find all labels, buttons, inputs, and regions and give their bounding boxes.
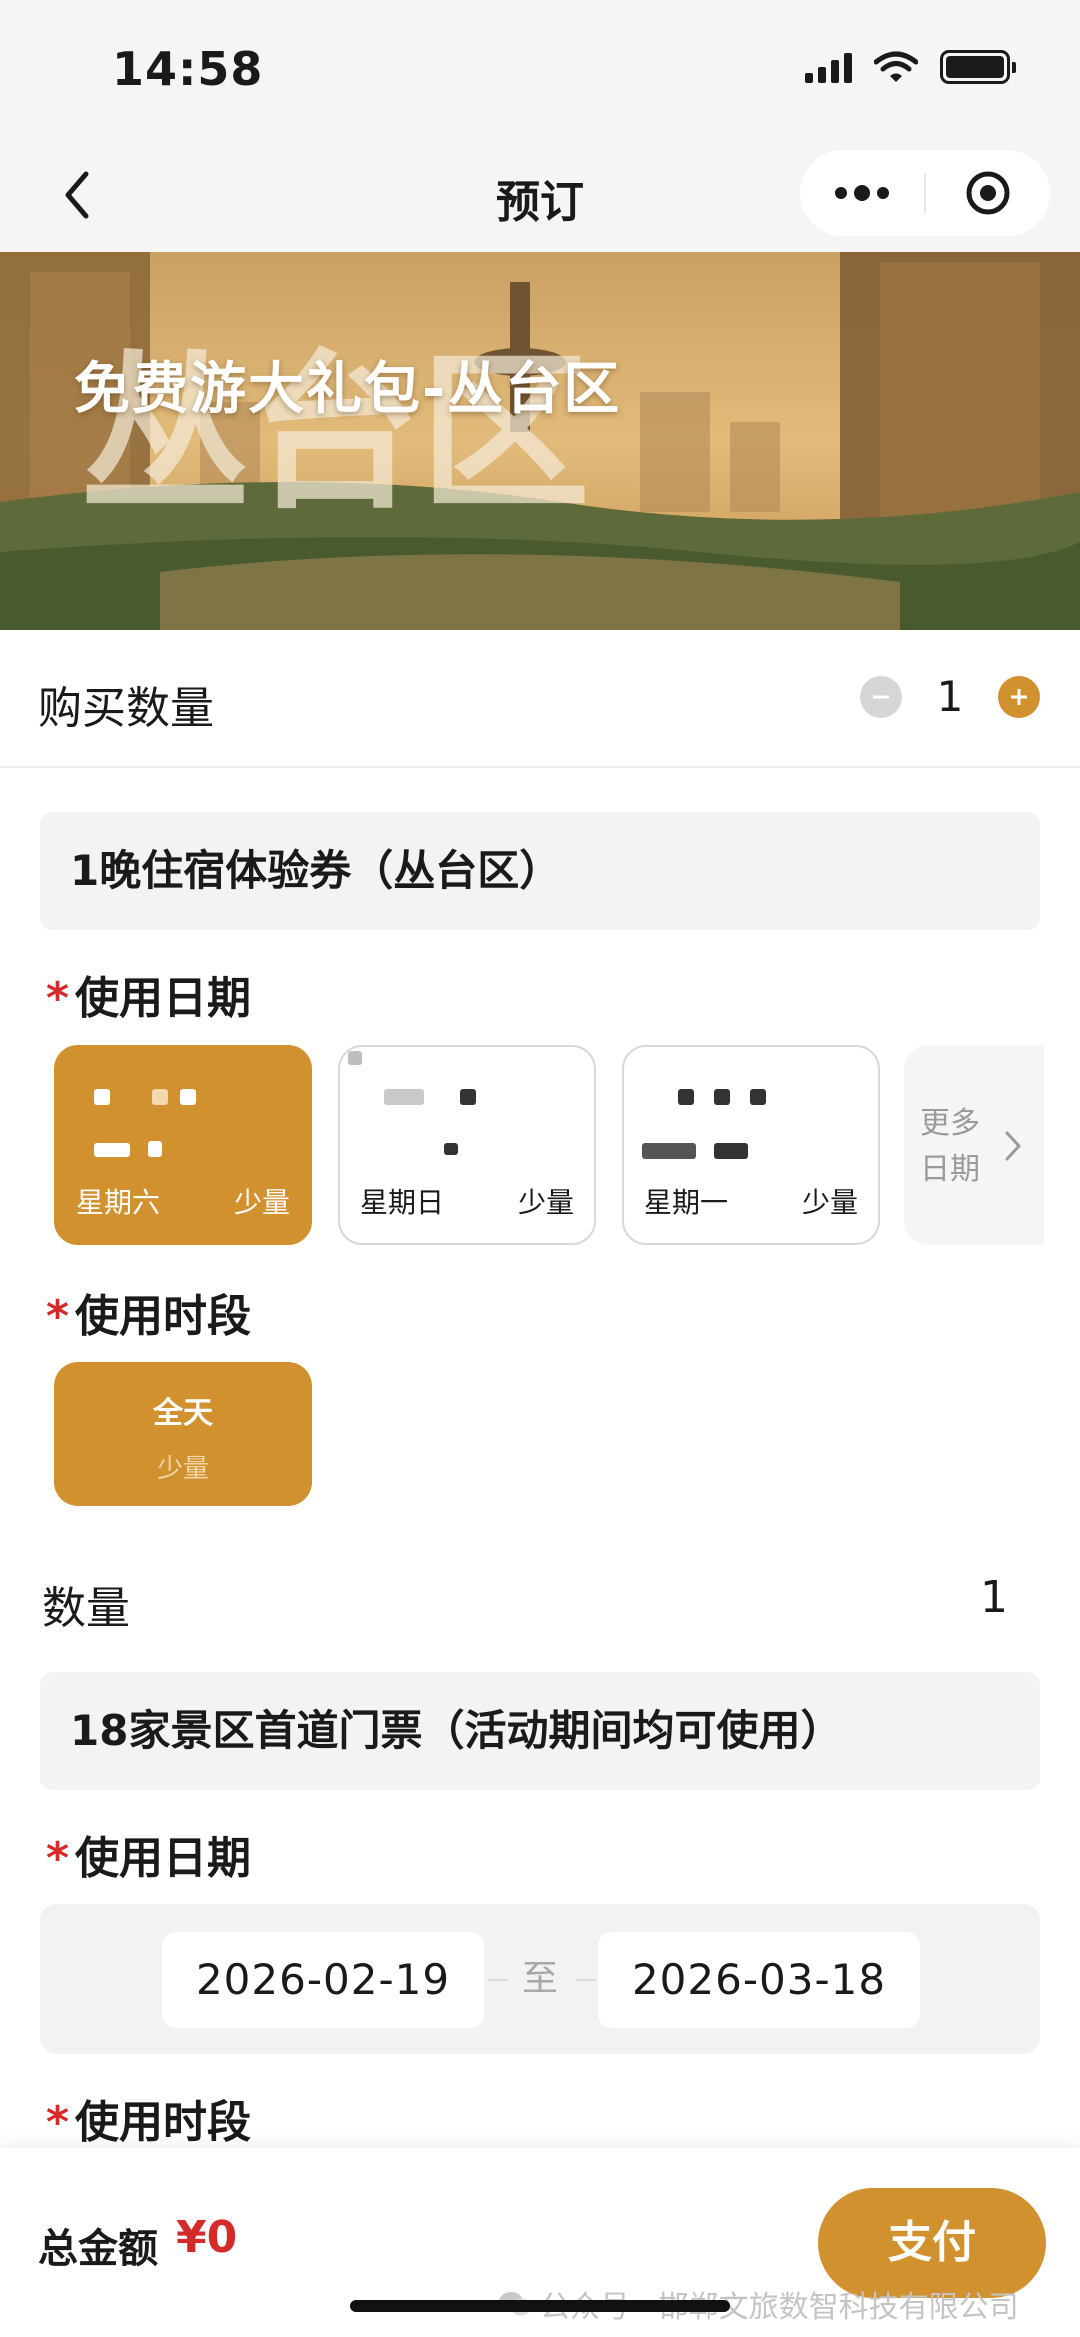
weekday-label: 星期日	[360, 1186, 445, 1219]
nav-bar: 预订	[0, 140, 1080, 252]
minus-icon	[873, 695, 889, 698]
item-header-lodging: 1晚住宿体验券（丛台区）	[40, 812, 1040, 930]
item-quantity-row: 数量 1	[42, 1572, 1008, 1634]
increase-quantity-button[interactable]	[998, 675, 1040, 718]
ticket-usage-period-text: 使用时段	[75, 2097, 252, 2148]
banner-image: 丛台区 免费游大礼包-丛台区	[0, 252, 1080, 630]
weekday-label: 星期六	[76, 1186, 161, 1219]
stock-label: 少量	[801, 1186, 858, 1219]
more-dates-button[interactable]: 更多日期	[904, 1045, 1044, 1245]
end-date-field[interactable]: 2026-03-18	[598, 1932, 920, 2028]
chevron-right-icon	[1005, 1131, 1021, 1161]
date-options: 星期六 少量 星期日 少量 星期一 少量	[54, 1045, 880, 1245]
quantity-stepper: 1	[860, 672, 1040, 721]
plus-icon	[1011, 688, 1027, 705]
home-indicator[interactable]	[350, 2300, 730, 2312]
battery-icon	[940, 50, 1016, 84]
item-quantity-label: 数量	[42, 1583, 130, 1634]
date-card-sunday[interactable]: 星期日 少量	[338, 1045, 596, 1245]
total-amount-value: ¥0	[176, 2212, 238, 2263]
quantity-value: 1	[936, 672, 964, 721]
more-options-button[interactable]	[800, 150, 924, 236]
range-separator: 至	[522, 1958, 559, 1999]
ticket-usage-date-label: * 使用日期	[46, 1822, 251, 1886]
date-card-saturday[interactable]: 星期六 少量	[54, 1045, 312, 1245]
status-bar: 14:58	[0, 0, 1080, 140]
more-dates-label: 更多日期	[920, 1106, 980, 1187]
ticket-usage-date-text: 使用日期	[75, 1833, 252, 1884]
period-option-all-day[interactable]: 全天 少量	[54, 1362, 312, 1506]
cellular-signal-icon	[805, 51, 852, 83]
target-close-icon	[966, 171, 1010, 215]
period-name: 全天	[153, 1396, 213, 1431]
required-asterisk: *	[46, 973, 70, 1024]
banner-title: 免费游大礼包-丛台区	[74, 357, 622, 422]
weekday-label: 星期一	[644, 1186, 729, 1219]
stock-label: 少量	[517, 1186, 574, 1219]
wifi-icon	[874, 51, 918, 82]
ticket-usage-period-label: * 使用时段	[46, 2086, 251, 2150]
date-range-picker: 2026-02-19 至 2026-03-18	[40, 1904, 1040, 2054]
date-card-monday[interactable]: 星期一 少量	[622, 1045, 880, 1245]
item-header-tickets: 18家景区首道门票（活动期间均可使用）	[40, 1672, 1040, 1790]
city-skyline-illustration: 丛台区	[0, 252, 1080, 630]
required-asterisk: *	[46, 1291, 70, 1342]
usage-date-text: 使用日期	[75, 973, 252, 1024]
usage-period-label: * 使用时段	[46, 1280, 251, 1344]
range-line-left	[488, 1979, 508, 1981]
status-time: 14:58	[112, 42, 264, 96]
required-asterisk: *	[46, 1833, 70, 1884]
purchase-quantity-row: 购买数量 1	[0, 630, 1080, 768]
usage-date-label: * 使用日期	[46, 962, 251, 1026]
total-amount-label: 总金额	[38, 2226, 158, 2272]
item-quantity-value: 1	[980, 1572, 1008, 1623]
usage-period-text: 使用时段	[75, 1291, 252, 1342]
purchase-quantity-label: 购买数量	[38, 683, 214, 734]
period-stock: 少量	[156, 1454, 209, 1484]
stock-label: 少量	[233, 1186, 290, 1219]
required-asterisk: *	[46, 2097, 70, 2148]
start-date-field[interactable]: 2026-02-19	[162, 1932, 484, 2028]
decrease-quantity-button[interactable]	[860, 675, 902, 718]
range-line-right	[576, 1979, 596, 1981]
status-icons	[805, 50, 1016, 84]
close-miniprogram-button[interactable]	[926, 150, 1050, 236]
miniprogram-capsule	[800, 150, 1050, 236]
